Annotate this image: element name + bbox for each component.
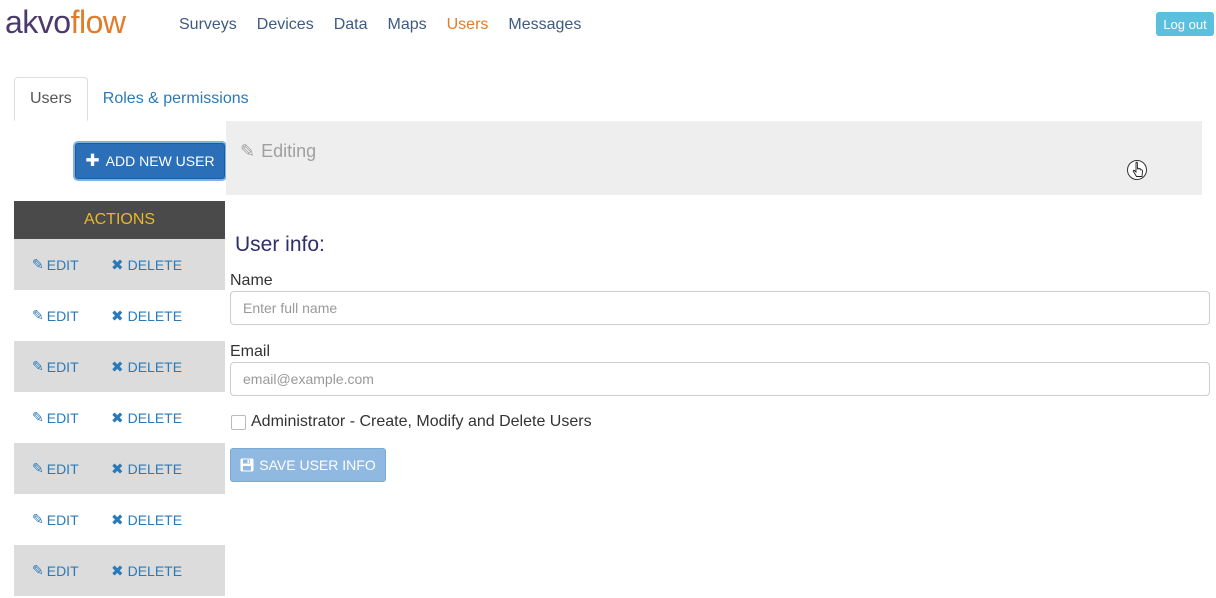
editing-header-bar: ✎ Editing <box>226 121 1202 195</box>
table-row: ✎ EDIT ✖ DELETE <box>14 290 225 341</box>
logo-flow-text: flow <box>70 4 126 40</box>
table-row: ✎ EDIT ✖ DELETE <box>14 239 225 290</box>
pencil-icon: ✎ <box>32 409 44 425</box>
plus-icon: ✚ <box>85 151 100 170</box>
user-actions-list: ✎ EDIT ✖ DELETE ✎ EDIT ✖ DELETE ✎ EDIT ✖ DELET… <box>14 239 225 596</box>
actions-column-header: ACTIONS <box>14 201 225 239</box>
delete-link[interactable]: ✖ DELETE <box>111 460 182 478</box>
table-row: ✎ EDIT ✖ DELETE <box>14 392 225 443</box>
edit-link[interactable]: ✎ EDIT <box>32 256 111 273</box>
logout-button[interactable]: Log out <box>1156 12 1214 36</box>
logo-akvo-text: akvo <box>5 4 71 40</box>
name-label: Name <box>230 272 273 289</box>
nav-data[interactable]: Data <box>334 15 368 35</box>
pencil-icon: ✎ <box>32 562 44 578</box>
pencil-icon: ✎ <box>32 460 44 476</box>
edit-link[interactable]: ✎ EDIT <box>32 562 111 579</box>
user-info-title: User info: <box>235 233 325 256</box>
users-tabs: Users Roles & permissions <box>14 77 264 121</box>
table-row: ✎ EDIT ✖ DELETE <box>14 545 225 596</box>
table-row: ✎ EDIT ✖ DELETE <box>14 443 225 494</box>
edit-label: EDIT <box>46 256 79 273</box>
edit-label: EDIT <box>46 511 79 528</box>
edit-link[interactable]: ✎ EDIT <box>32 460 111 477</box>
delete-label: DELETE <box>127 256 183 273</box>
edit-label: EDIT <box>46 460 79 477</box>
pencil-icon: ✎ <box>32 307 44 323</box>
edit-label: EDIT <box>46 409 79 426</box>
akvoflow-logo: akvoflow <box>5 2 126 42</box>
delete-label: DELETE <box>127 409 183 426</box>
edit-link[interactable]: ✎ EDIT <box>32 409 111 426</box>
edit-link[interactable]: ✎ EDIT <box>32 511 111 528</box>
tab-users[interactable]: Users <box>14 77 88 121</box>
tab-roles-permissions[interactable]: Roles & permissions <box>88 77 264 121</box>
hand-cursor-icon <box>1127 160 1147 180</box>
nav-users[interactable]: Users <box>447 15 489 35</box>
save-user-info-button[interactable]: SAVE USER INFO <box>230 448 386 482</box>
delete-label: DELETE <box>127 460 183 477</box>
pencil-icon: ✎ <box>32 511 44 527</box>
close-icon: ✖ <box>111 562 124 580</box>
delete-label: DELETE <box>127 562 183 579</box>
nav-surveys[interactable]: Surveys <box>179 15 237 35</box>
delete-link[interactable]: ✖ DELETE <box>111 562 182 580</box>
close-icon: ✖ <box>111 256 124 274</box>
add-new-user-label: ADD NEW USER <box>105 153 215 169</box>
save-user-info-label: SAVE USER INFO <box>259 457 376 473</box>
add-new-user-button[interactable]: ✚ ADD NEW USER <box>75 143 225 179</box>
delete-link[interactable]: ✖ DELETE <box>111 256 182 274</box>
table-row: ✎ EDIT ✖ DELETE <box>14 494 225 545</box>
edit-link[interactable]: ✎ EDIT <box>32 307 111 324</box>
edit-label: EDIT <box>46 358 79 375</box>
delete-link[interactable]: ✖ DELETE <box>111 511 182 529</box>
administrator-checkbox[interactable] <box>231 414 246 430</box>
delete-label: DELETE <box>127 307 183 324</box>
editing-status: ✎ Editing <box>240 141 316 162</box>
close-icon: ✖ <box>111 307 124 325</box>
nav-maps[interactable]: Maps <box>388 15 427 35</box>
nav-messages[interactable]: Messages <box>508 15 581 35</box>
pencil-icon: ✎ <box>32 358 44 374</box>
close-icon: ✖ <box>111 409 124 427</box>
name-input[interactable] <box>230 291 1210 325</box>
nav-devices[interactable]: Devices <box>257 15 314 35</box>
close-icon: ✖ <box>111 511 124 529</box>
close-icon: ✖ <box>111 358 124 376</box>
pencil-icon: ✎ <box>32 256 44 272</box>
administrator-label: Administrator - Create, Modify and Delet… <box>251 413 592 430</box>
delete-link[interactable]: ✖ DELETE <box>111 409 182 427</box>
pencil-icon: ✎ <box>240 141 256 161</box>
editing-label: Editing <box>261 141 317 161</box>
delete-link[interactable]: ✖ DELETE <box>111 358 182 376</box>
floppy-disk-icon <box>240 458 254 472</box>
delete-label: DELETE <box>127 511 183 528</box>
administrator-option: Administrator - Create, Modify and Delet… <box>230 413 592 431</box>
table-row: ✎ EDIT ✖ DELETE <box>14 341 225 392</box>
delete-label: DELETE <box>127 358 183 375</box>
edit-label: EDIT <box>46 562 79 579</box>
edit-label: EDIT <box>46 307 79 324</box>
email-input[interactable] <box>230 362 1210 396</box>
edit-link[interactable]: ✎ EDIT <box>32 358 111 375</box>
email-label: Email <box>230 343 271 360</box>
delete-link[interactable]: ✖ DELETE <box>111 307 182 325</box>
main-nav: Surveys Devices Data Maps Users Messages <box>179 15 601 35</box>
close-icon: ✖ <box>111 460 124 478</box>
